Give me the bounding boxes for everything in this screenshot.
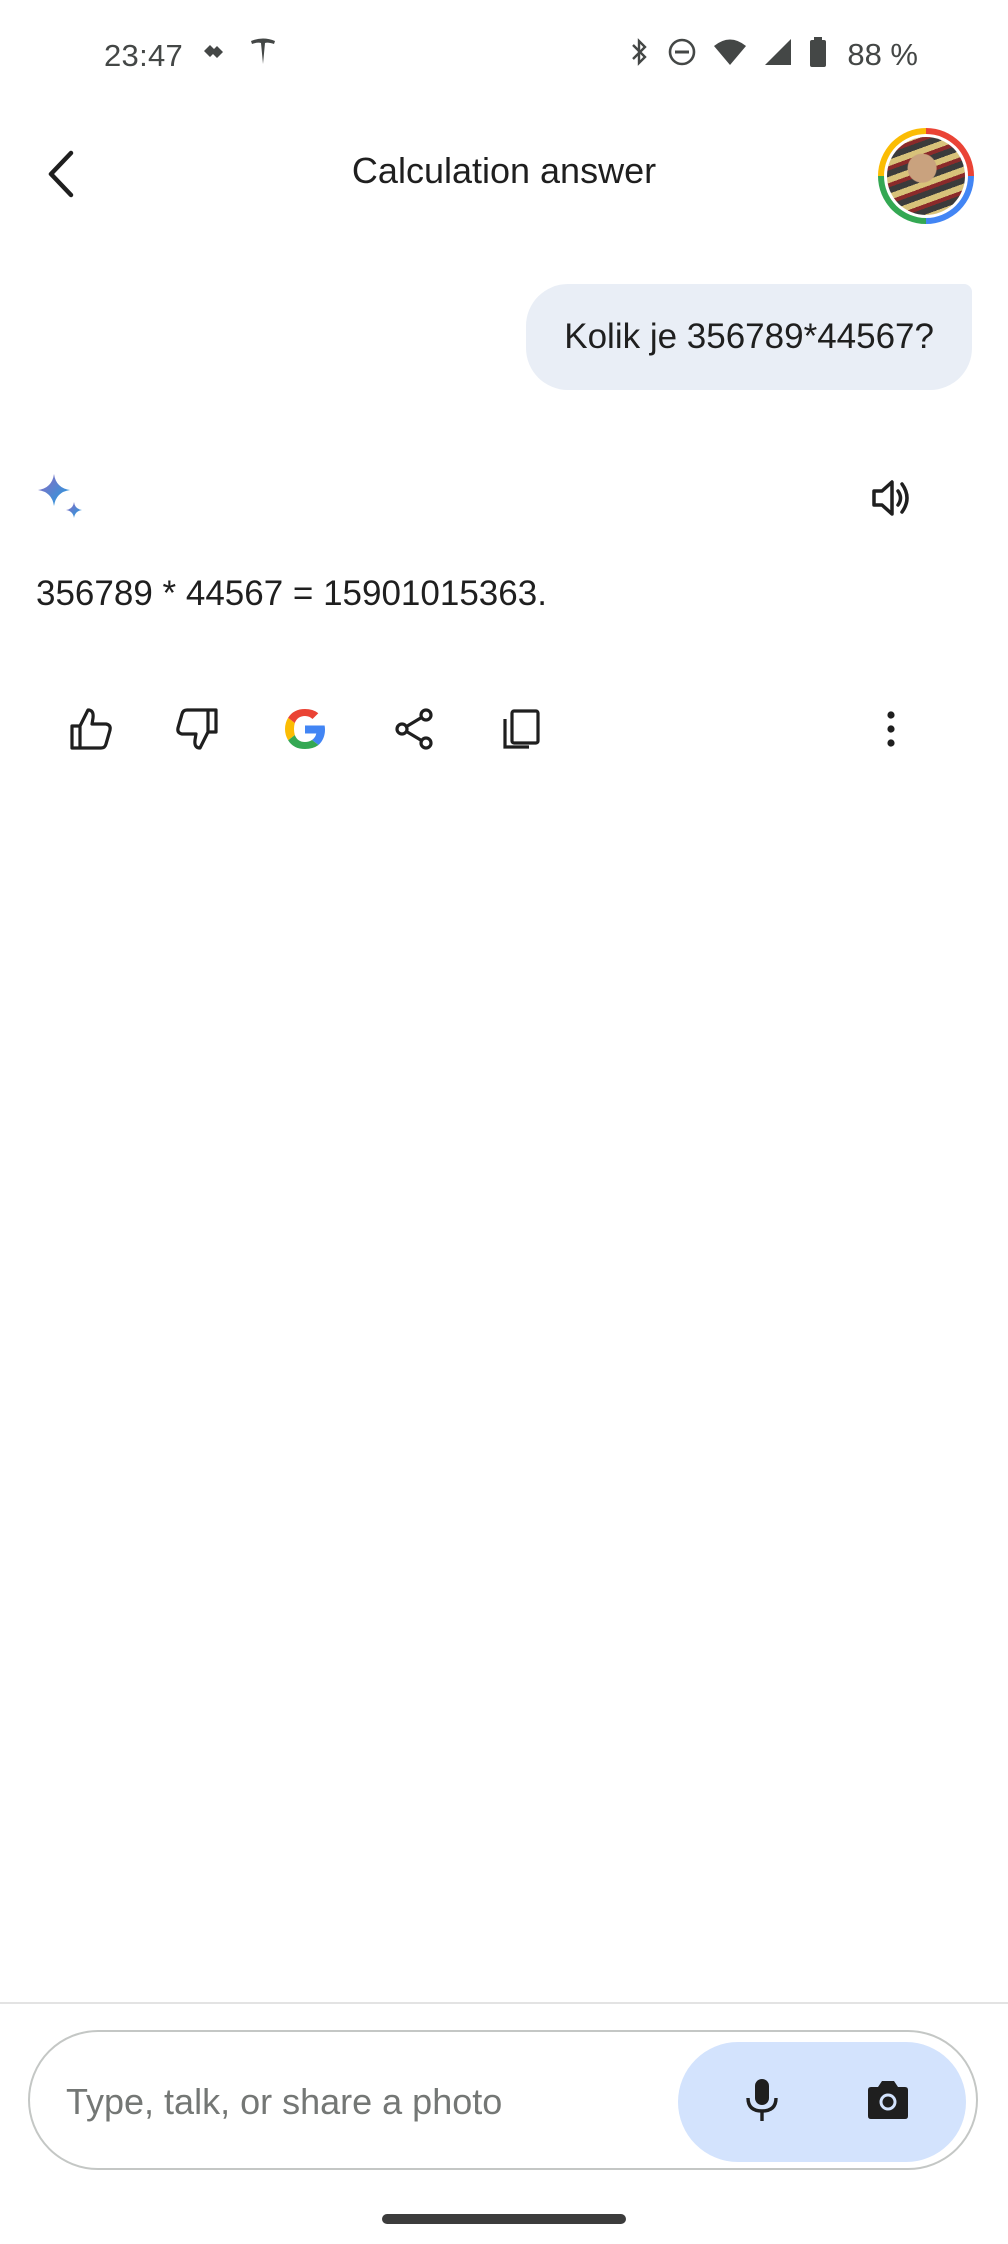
tesla-icon — [248, 36, 278, 73]
gemini-sparkle-icon — [36, 472, 88, 524]
avatar — [887, 137, 965, 215]
tidal-icon — [198, 37, 228, 72]
copy-button[interactable] — [490, 700, 552, 762]
bluetooth-icon — [627, 36, 651, 73]
response-text: 356789 * 44567 = 15901015363. — [36, 574, 547, 613]
google-search-button[interactable] — [274, 700, 336, 762]
prompt-input[interactable] — [64, 2068, 688, 2136]
home-indicator[interactable] — [382, 2214, 626, 2224]
more-vert-icon — [883, 709, 899, 754]
page-title: Calculation answer — [351, 150, 657, 191]
speak-response-button[interactable] — [864, 472, 920, 528]
mic-icon — [742, 2076, 782, 2129]
camera-icon — [864, 2078, 912, 2127]
camera-button[interactable] — [854, 2068, 922, 2136]
thumbs-up-icon — [68, 706, 114, 757]
thumbs-down-button[interactable] — [166, 700, 228, 762]
avatar-frame — [884, 134, 968, 218]
mic-button[interactable] — [728, 2068, 796, 2136]
composer — [28, 2030, 978, 2170]
battery-percent: 88 % — [847, 36, 918, 72]
composer-divider — [0, 2002, 1008, 2004]
copy-icon — [499, 707, 543, 756]
share-icon — [393, 707, 437, 756]
thumbs-down-icon — [174, 706, 220, 757]
signal-icon — [763, 37, 793, 72]
do-not-disturb-icon — [667, 37, 697, 72]
composer-actions — [678, 2042, 966, 2162]
status-right: 88 % — [627, 36, 918, 73]
account-avatar-button[interactable] — [878, 128, 974, 224]
user-message-bubble: Kolik je 356789*44567? — [526, 284, 972, 390]
more-options-button[interactable] — [860, 700, 922, 762]
google-search-icon — [281, 705, 329, 758]
user-message-text: Kolik je 356789*44567? — [564, 317, 934, 356]
thumbs-up-button[interactable] — [60, 700, 122, 762]
status-time: 23:47 — [104, 38, 184, 73]
battery-icon — [809, 36, 827, 73]
wifi-icon — [713, 37, 747, 72]
status-left-icons — [198, 36, 278, 73]
share-button[interactable] — [384, 700, 446, 762]
speaker-icon — [868, 474, 916, 527]
